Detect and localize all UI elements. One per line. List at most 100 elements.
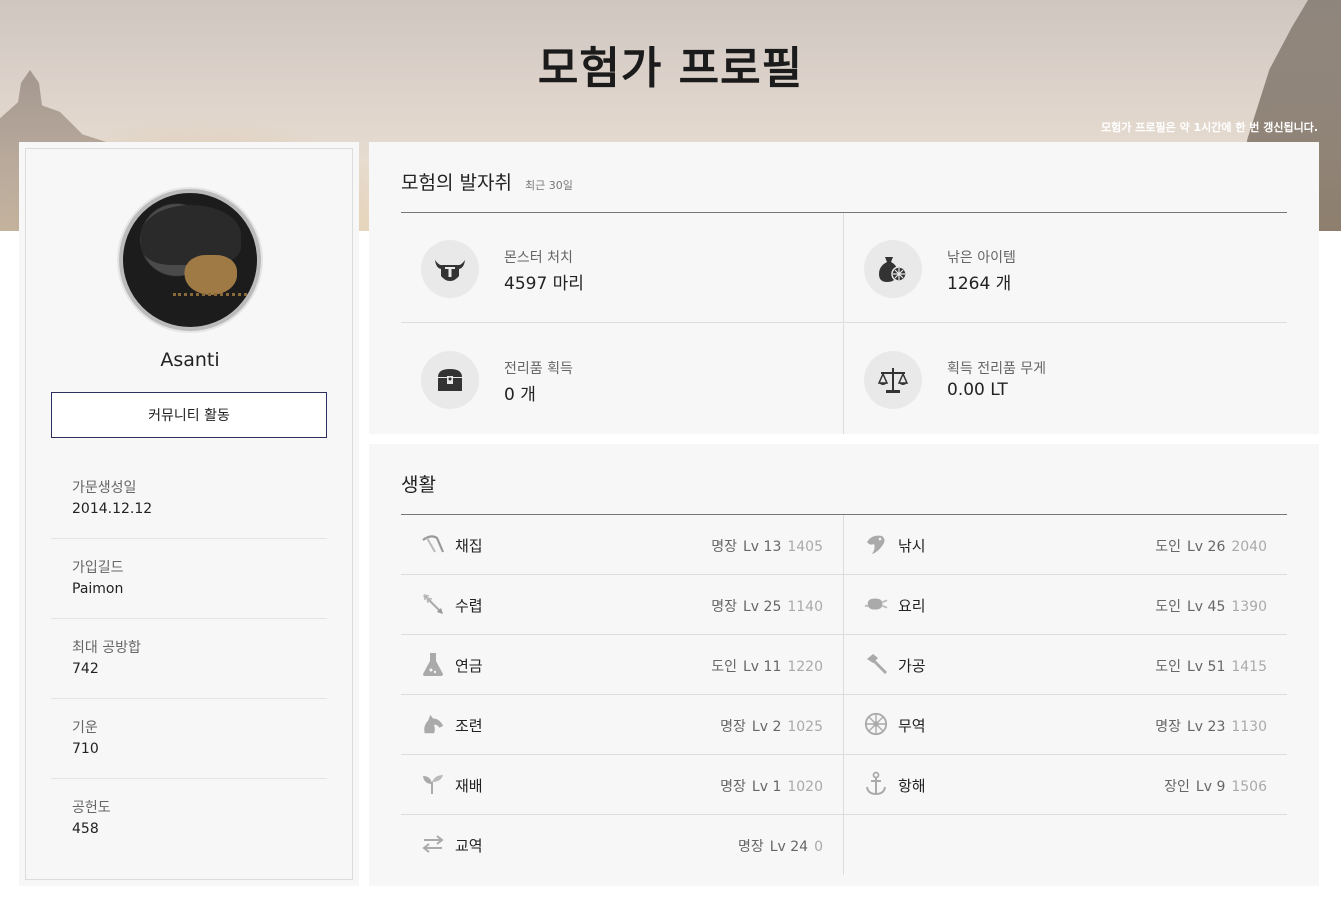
info-label: 가입길드 xyxy=(72,560,124,576)
life-skill-level: Lv 1 xyxy=(751,779,782,795)
life-skill-meta: 명장 Lv 24 0 xyxy=(738,836,823,856)
life-skill-gathering: 채집 명장 Lv 13 1405 xyxy=(401,515,844,575)
life-skill-rank: 장인 xyxy=(1164,779,1190,795)
life-skill-exp: 1140 xyxy=(787,599,823,615)
life-skill-name: 수렵 xyxy=(455,597,483,615)
life-skill-exp: 1025 xyxy=(787,719,823,735)
life-skill-level: Lv 51 xyxy=(1187,659,1226,675)
life-skill-level: Lv 24 xyxy=(769,839,809,855)
adventure-stats-grid: 몬스터 처치 4597 마리 낚은 아이템 1264 개 전리품 획득 0 개 … xyxy=(401,213,1287,434)
stat-value: 0.00 LT xyxy=(947,380,1008,400)
life-skill-barter: 교역 명장 Lv 24 0 xyxy=(401,815,844,875)
life-skill-trade: 무역 명장 Lv 23 1130 xyxy=(844,695,1287,755)
life-skill-name: 조련 xyxy=(455,717,483,735)
life-skill-name: 요리 xyxy=(898,597,926,615)
monster-icon xyxy=(421,240,479,298)
stat-value: 4597 마리 xyxy=(504,274,584,294)
life-skill-meta: 명장 Lv 23 1130 xyxy=(1155,716,1267,736)
life-skill-processing: 가공 도인 Lv 51 1415 xyxy=(844,635,1287,695)
life-skill-meta: 도인 Lv 45 1390 xyxy=(1155,596,1267,616)
trade-wheel-icon xyxy=(864,712,888,736)
life-skill-level: Lv 2 xyxy=(751,719,782,735)
life-skill-level: Lv 13 xyxy=(743,539,782,555)
avatar xyxy=(119,189,261,331)
processing-icon xyxy=(864,652,888,676)
stat-loot-weight: 획득 전리품 무게 0.00 LT xyxy=(844,324,1287,434)
life-section-header: 생활 xyxy=(401,470,1287,515)
avatar-chain-shape xyxy=(173,293,253,303)
life-skill-name: 항해 xyxy=(898,777,926,795)
life-skill-name: 가공 xyxy=(898,657,926,675)
life-skill-meta: 명장 Lv 1 1020 xyxy=(720,776,823,796)
profile-card: Asanti 커뮤니티 활동 가문생성일 2014.12.12 가입길드 Pai… xyxy=(19,142,359,886)
treasure-chest-icon xyxy=(421,351,479,409)
info-item-gear-score: 최대 공방합 742 xyxy=(51,619,327,699)
life-skill-meta: 도인 Lv 11 1220 xyxy=(711,656,823,676)
community-activity-button[interactable]: 커뮤니티 활동 xyxy=(51,392,327,438)
life-skill-meta: 장인 Lv 9 1506 xyxy=(1164,776,1267,796)
info-value: Paimon xyxy=(72,581,124,597)
info-label: 가문생성일 xyxy=(72,480,137,496)
info-value: 742 xyxy=(72,661,99,677)
life-skill-level: Lv 26 xyxy=(1187,539,1226,555)
life-skill-exp: 1020 xyxy=(787,779,823,795)
stat-monster-kills: 몬스터 처치 4597 마리 xyxy=(401,213,844,323)
scale-icon xyxy=(864,351,922,409)
info-item-energy: 기운 710 xyxy=(51,699,327,779)
life-skill-rank: 명장 xyxy=(737,839,764,855)
info-item-contribution: 공헌도 458 xyxy=(51,779,327,859)
info-value: 458 xyxy=(72,821,99,837)
adventure-section-title: 모험의 발자취 xyxy=(401,172,512,194)
barter-icon xyxy=(421,832,445,856)
update-note: 모험가 프로필은 약 1시간에 한 번 갱신됩니다. xyxy=(1101,121,1318,134)
life-skill-rank: 명장 xyxy=(720,719,746,735)
life-section-title: 생활 xyxy=(401,474,436,496)
life-skill-level: Lv 9 xyxy=(1195,779,1226,795)
life-skill-empty-cell xyxy=(844,815,1287,875)
profile-card-inner: Asanti 커뮤니티 활동 가문생성일 2014.12.12 가입길드 Pai… xyxy=(25,148,353,880)
stat-label: 낚은 아이템 xyxy=(947,250,1016,266)
stat-loot-obtained: 전리품 획득 0 개 xyxy=(401,324,844,434)
life-skill-name: 교역 xyxy=(455,837,483,855)
life-skill-rank: 명장 xyxy=(711,599,737,615)
info-item-guild: 가입길드 Paimon xyxy=(51,539,327,619)
life-skill-name: 재배 xyxy=(455,777,483,795)
life-skill-exp: 1220 xyxy=(787,659,823,675)
life-skill-meta: 도인 Lv 51 1415 xyxy=(1155,656,1267,676)
fishing-icon xyxy=(864,532,888,556)
life-skill-name: 채집 xyxy=(455,537,483,555)
fishing-bag-icon xyxy=(864,240,922,298)
life-skill-farming: 재배 명장 Lv 1 1020 xyxy=(401,755,844,815)
life-skill-training: 조련 명장 Lv 2 1025 xyxy=(401,695,844,755)
info-item-family-created: 가문생성일 2014.12.12 xyxy=(51,459,327,539)
gathering-icon xyxy=(421,532,445,556)
life-skill-meta: 도인 Lv 26 2040 xyxy=(1155,536,1267,556)
stat-label: 획득 전리품 무게 xyxy=(947,361,1047,377)
life-skill-rank: 명장 xyxy=(720,779,746,795)
stat-fished-items: 낚은 아이템 1264 개 xyxy=(844,213,1287,323)
stat-value: 1264 개 xyxy=(947,274,1012,294)
stat-value: 0 개 xyxy=(504,385,536,405)
life-skill-meta: 명장 Lv 25 1140 xyxy=(711,596,823,616)
life-skill-meta: 명장 Lv 2 1025 xyxy=(720,716,823,736)
life-skill-fishing: 낚시 도인 Lv 26 2040 xyxy=(844,515,1287,575)
life-skill-name: 낚시 xyxy=(898,537,926,555)
info-label: 최대 공방합 xyxy=(72,640,141,656)
life-skill-level: Lv 23 xyxy=(1187,719,1226,735)
info-value: 710 xyxy=(72,741,99,757)
life-skill-level: Lv 45 xyxy=(1187,599,1226,615)
sailing-icon xyxy=(864,771,888,796)
life-skill-exp: 1415 xyxy=(1231,659,1267,675)
hunting-icon xyxy=(421,592,445,616)
farming-icon xyxy=(421,772,445,796)
info-value: 2014.12.12 xyxy=(72,501,153,517)
life-skill-rank: 명장 xyxy=(1155,719,1181,735)
life-skill-exp: 1506 xyxy=(1231,779,1267,795)
life-skill-exp: 1405 xyxy=(787,539,823,555)
avatar-face-shape xyxy=(185,255,237,295)
user-name: Asanti xyxy=(160,349,220,371)
life-skill-alchemy: 연금 도인 Lv 11 1220 xyxy=(401,635,844,695)
life-skill-exp: 0 xyxy=(814,839,823,855)
life-skill-exp: 1390 xyxy=(1231,599,1267,615)
life-skill-sailing: 항해 장인 Lv 9 1506 xyxy=(844,755,1287,815)
